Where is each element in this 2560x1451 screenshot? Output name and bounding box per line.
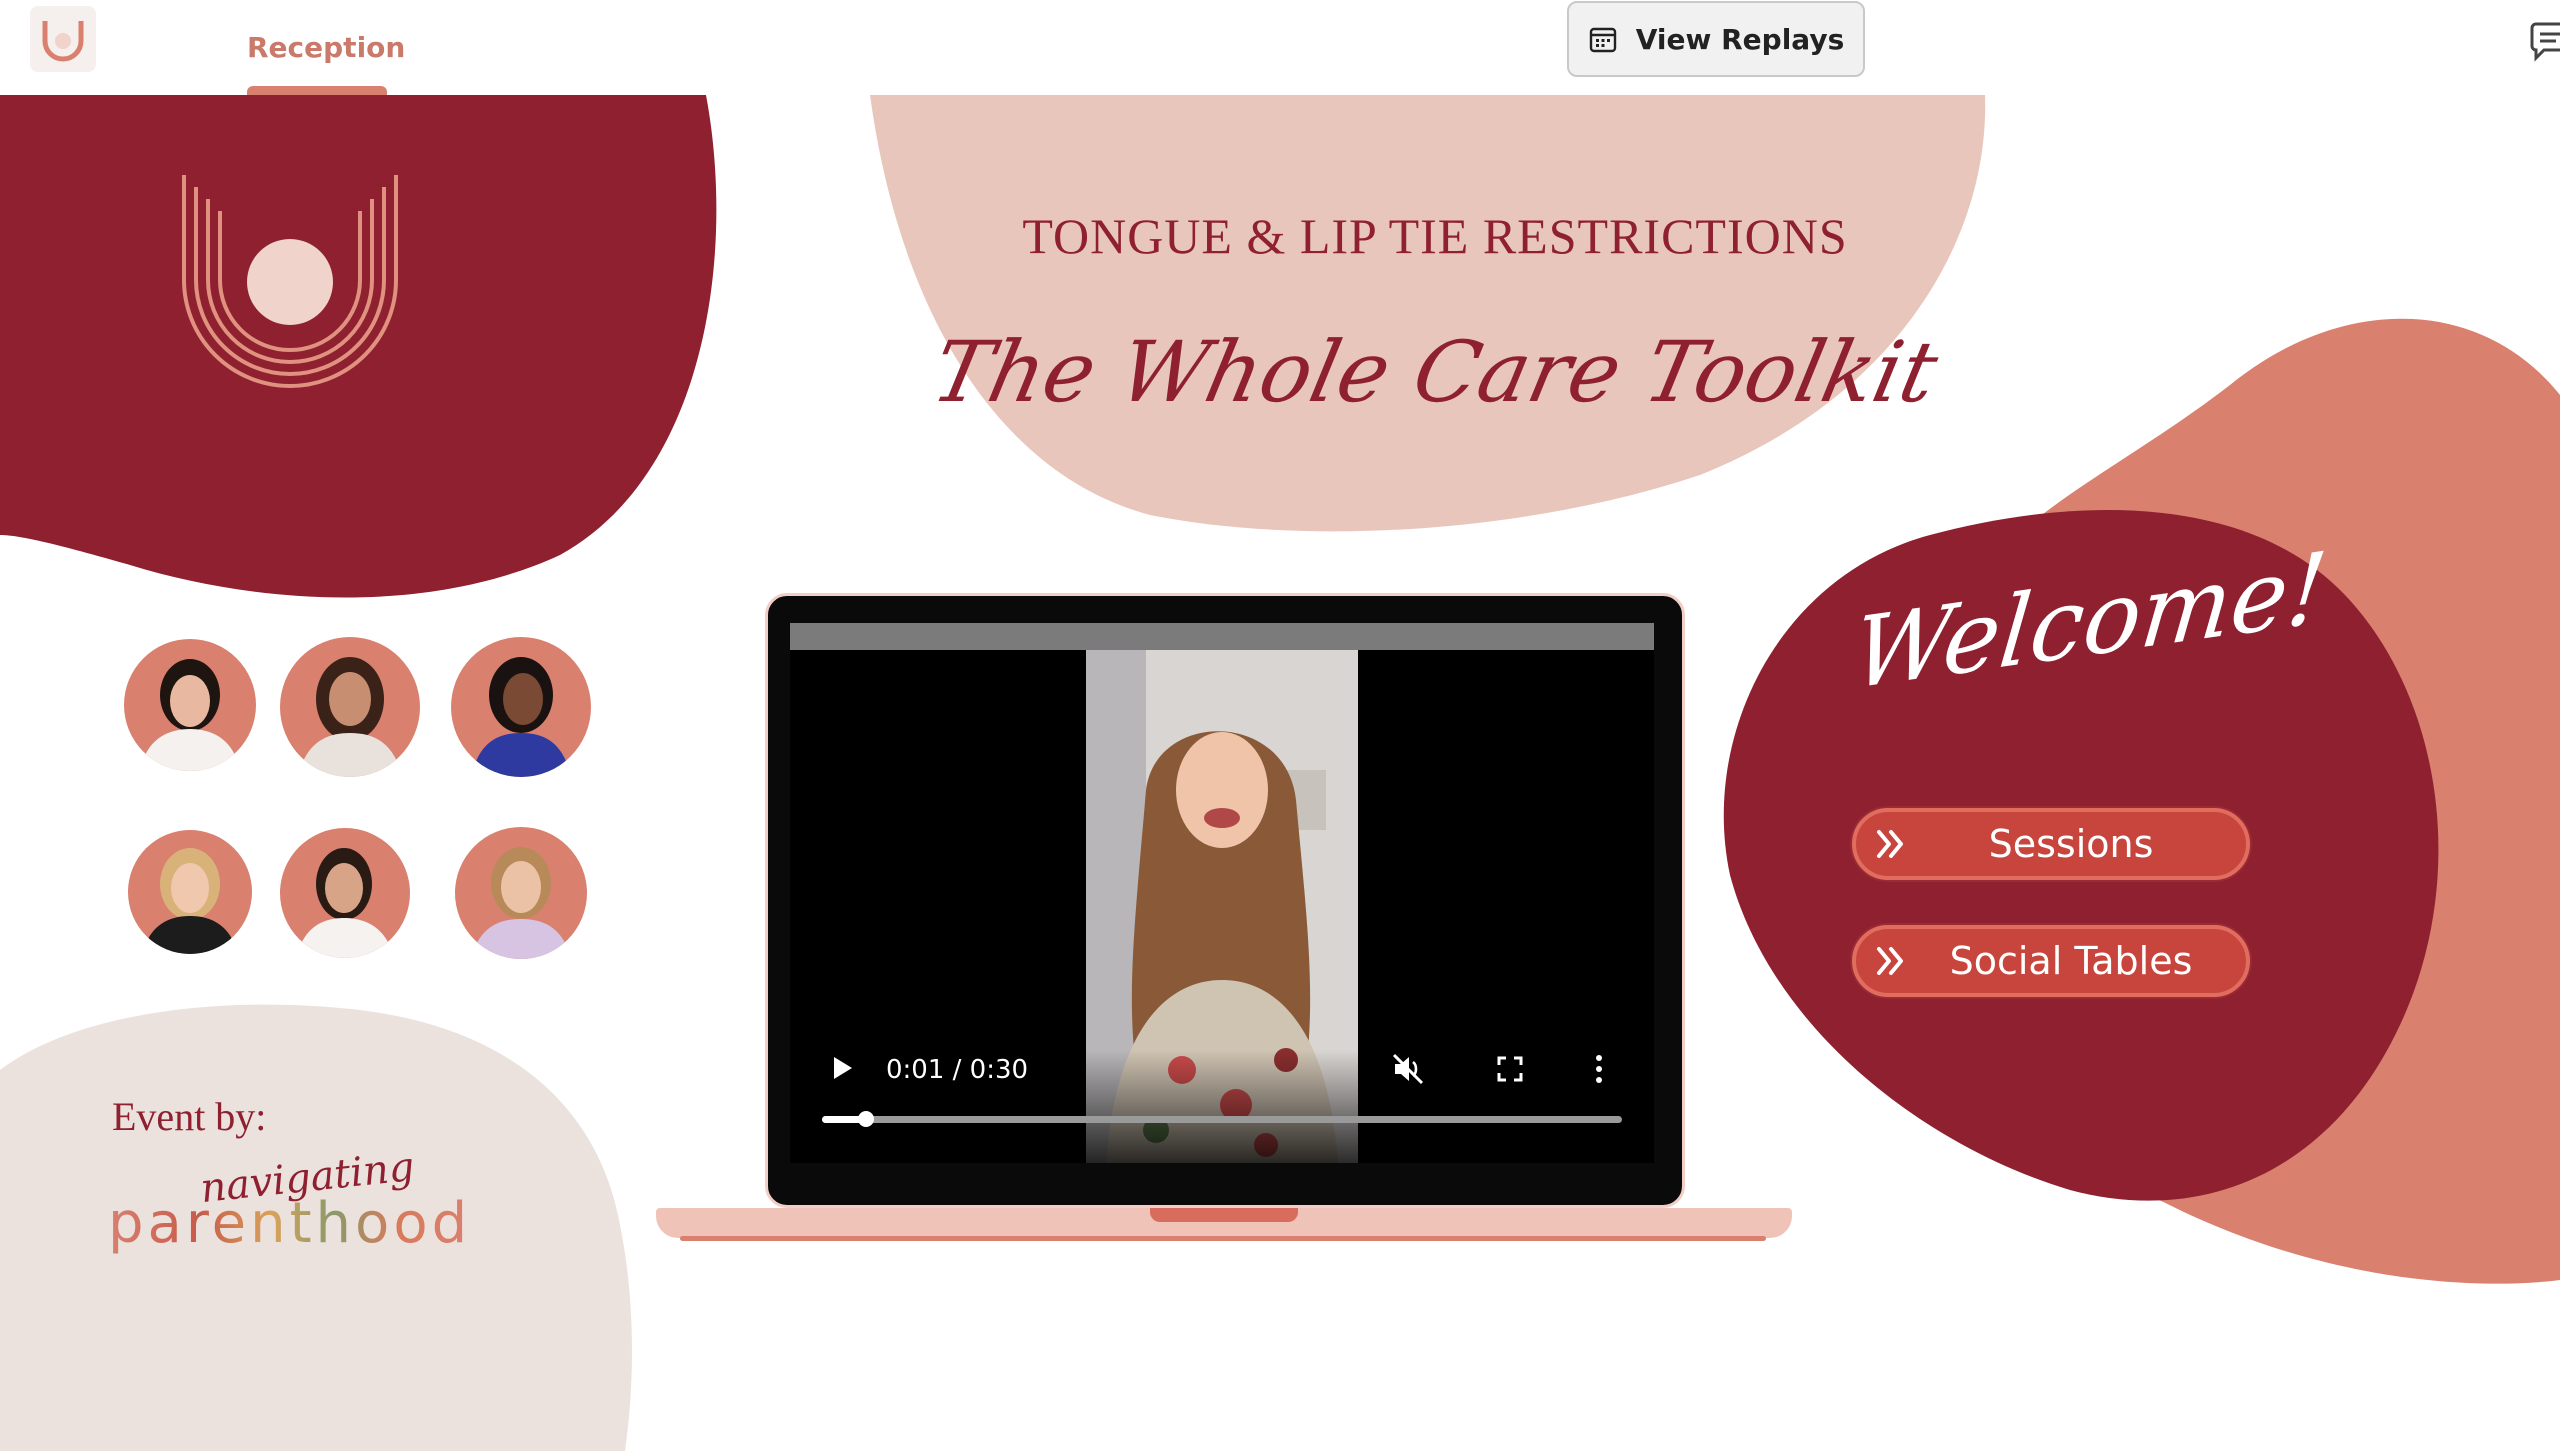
brand-logo-icon — [42, 21, 84, 62]
volume-muted-icon[interactable] — [1390, 1051, 1426, 1087]
chat-icon[interactable] — [2528, 18, 2560, 62]
speaker-avatar[interactable] — [124, 639, 256, 771]
welcome-video-player[interactable]: 0:01 / 0:30 — [790, 623, 1654, 1163]
brand-logo[interactable] — [30, 6, 96, 72]
play-icon[interactable] — [826, 1053, 856, 1083]
double-chevron-right-icon — [1856, 812, 1926, 876]
speaker-avatar[interactable] — [280, 828, 410, 958]
tab-reception-label: Reception — [247, 31, 406, 64]
top-bar: Reception View Replays — [0, 0, 2560, 95]
event-subtitle: The Whole Care Toolkit — [924, 323, 1946, 421]
tab-reception[interactable]: Reception — [247, 0, 405, 95]
video-time: 0:01 / 0:30 — [886, 1055, 1029, 1085]
fullscreen-icon[interactable] — [1496, 1055, 1524, 1083]
laptop-notch — [1150, 1208, 1298, 1222]
video-frame — [1086, 650, 1358, 1163]
video-progress-thumb[interactable] — [858, 1111, 874, 1127]
sessions-label: Sessions — [1988, 822, 2154, 866]
reception-scene: TONGUE & LIP TIE RESTRICTIONS The Whole … — [0, 95, 2560, 1451]
social-tables-label: Social Tables — [1949, 939, 2193, 983]
organizer-logo-word[interactable]: parenthood — [108, 1191, 471, 1256]
speaker-avatar[interactable] — [455, 827, 587, 959]
more-vertical-icon[interactable] — [1592, 1053, 1606, 1085]
view-replays-button[interactable]: View Replays — [1567, 1, 1865, 77]
view-replays-label: View Replays — [1635, 22, 1845, 56]
laptop-shadow — [680, 1236, 1766, 1241]
speaker-avatar[interactable] — [128, 830, 252, 954]
organizer-logo-letters: parenthood — [108, 1191, 472, 1256]
player-top-strip — [790, 623, 1654, 650]
calendar-icon — [1589, 27, 1616, 53]
social-tables-button[interactable]: Social Tables — [1852, 925, 2250, 997]
active-tab-indicator — [247, 86, 387, 95]
event-by-label: Event by: — [112, 1094, 267, 1139]
event-title: TONGUE & LIP TIE RESTRICTIONS — [1022, 208, 1848, 264]
speaker-avatar[interactable] — [280, 637, 420, 777]
double-chevron-right-icon — [1856, 929, 1926, 993]
sessions-button[interactable]: Sessions — [1852, 808, 2250, 880]
video-progress-bar[interactable] — [822, 1111, 1622, 1127]
speaker-avatar[interactable] — [451, 637, 591, 777]
